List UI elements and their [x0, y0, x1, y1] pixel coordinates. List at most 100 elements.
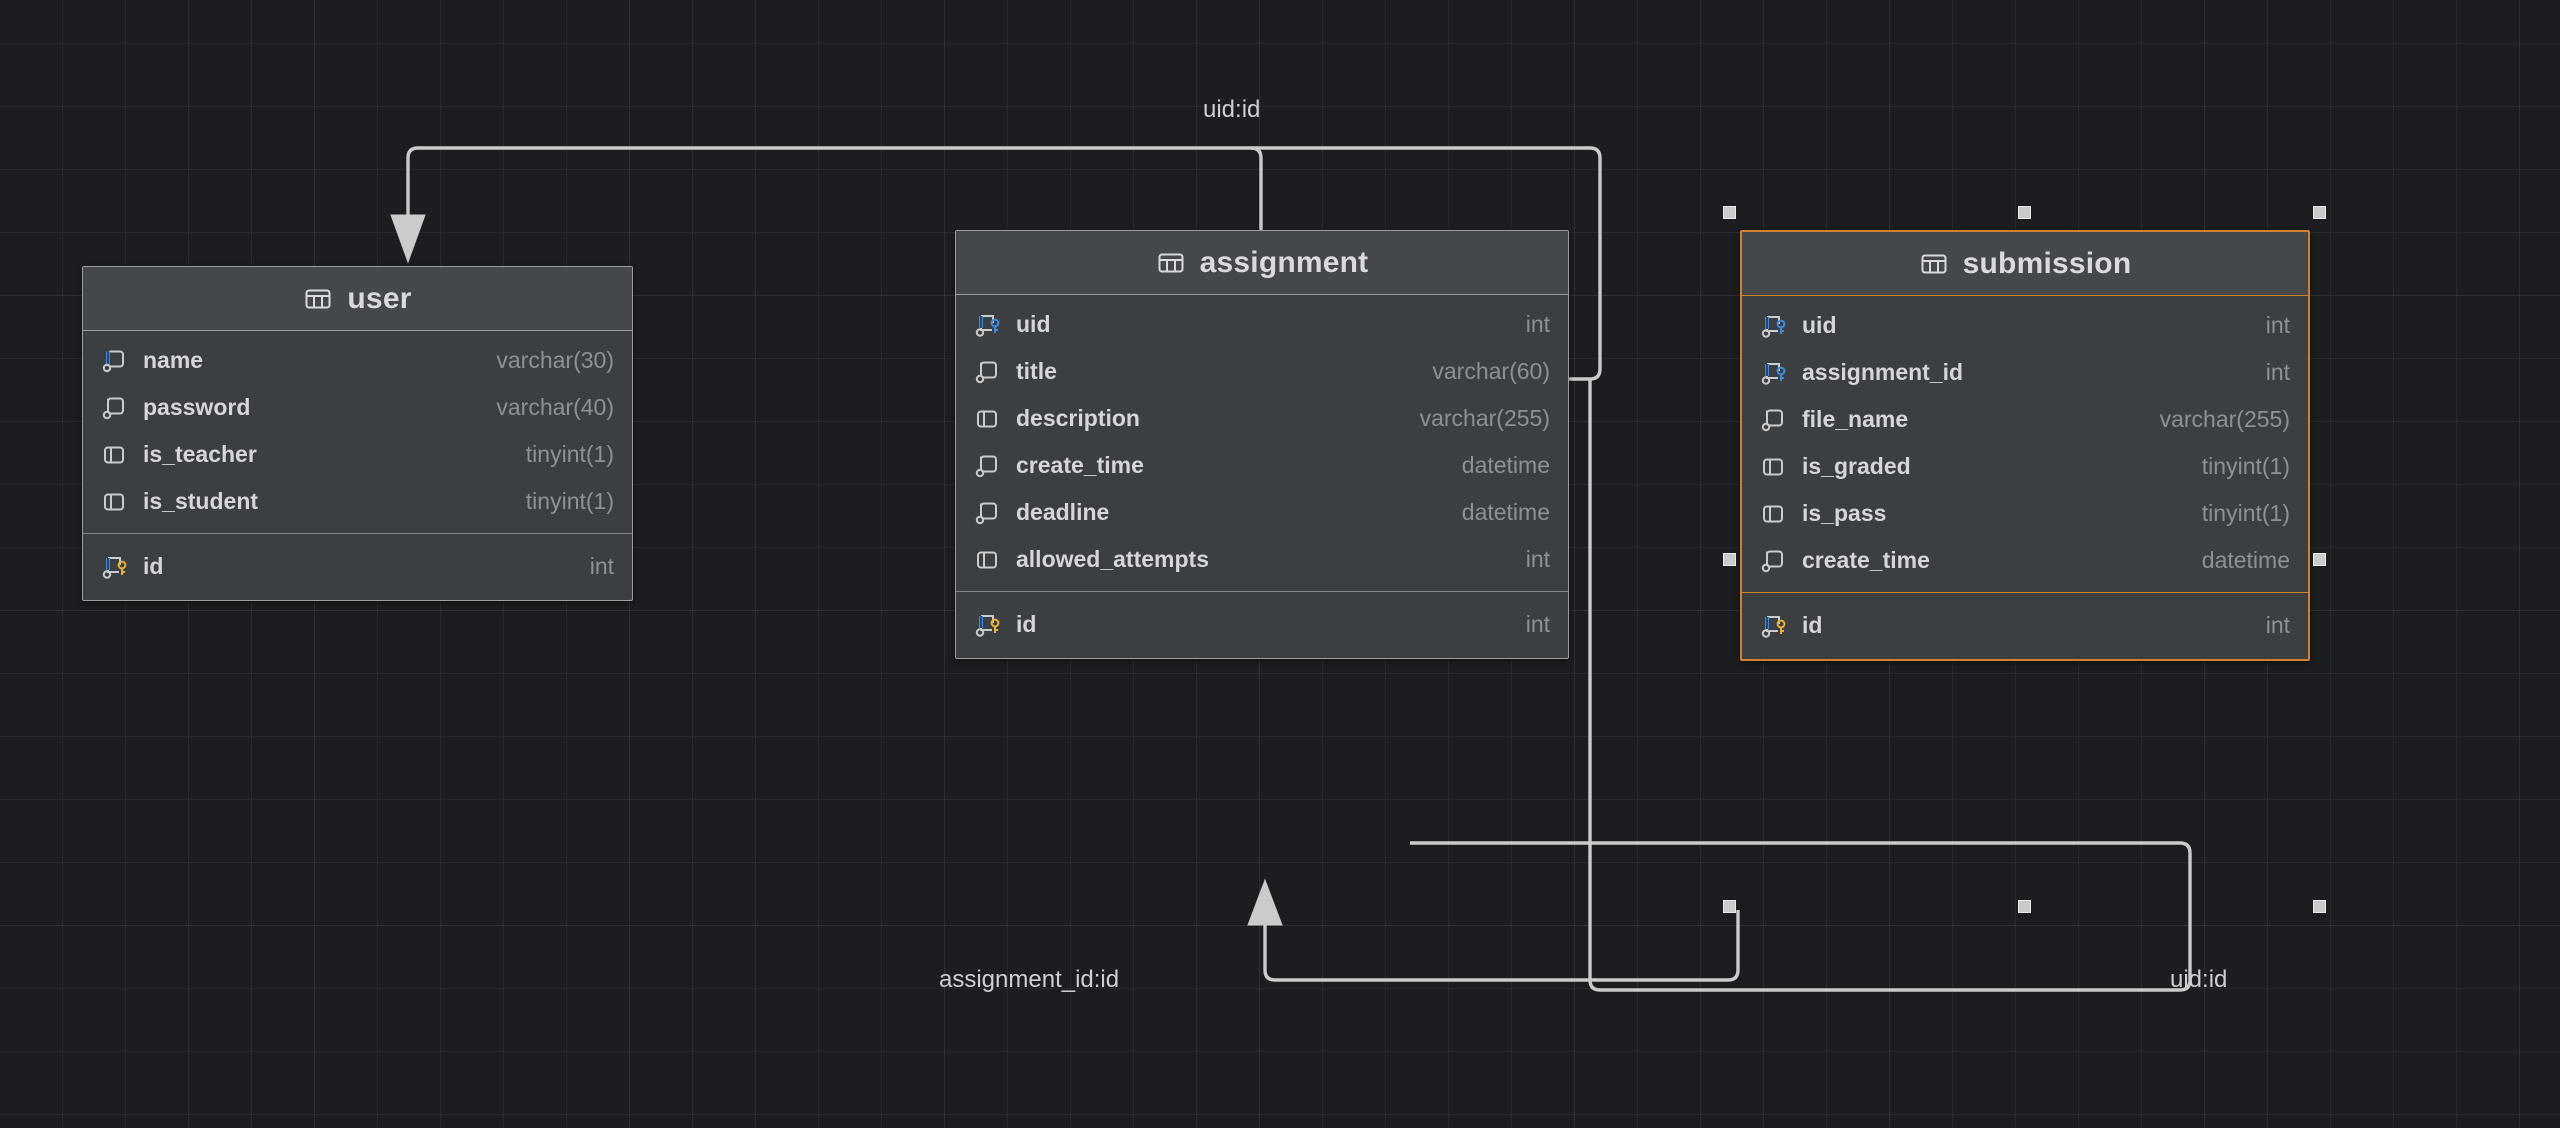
handle-top-center[interactable] [2018, 206, 2031, 219]
handle-bottom-left[interactable] [1723, 900, 1736, 913]
column-name: allowed_attempts [1016, 546, 1209, 572]
table-title-submission: submission [1962, 246, 2132, 280]
table-title-assignment: assignment [1199, 245, 1369, 279]
primary-key-section-submission: id int [1742, 592, 2308, 659]
table-icon [1921, 254, 1947, 273]
table-row[interactable]: is_teacher tinyint(1) [83, 431, 632, 478]
column-name: uid [1802, 312, 1837, 338]
primary-key-column-icon [102, 556, 127, 579]
column-icon [1763, 505, 1783, 522]
table-header-submission[interactable]: submission [1742, 232, 2308, 296]
table-row[interactable]: id int [1742, 602, 2308, 649]
edge-label-submission-uid: uid:id [2170, 966, 2228, 993]
table-row[interactable]: name varchar(30) [83, 337, 632, 384]
handle-middle-left[interactable] [1723, 553, 1736, 566]
column-type: datetime [2201, 547, 2290, 573]
column-type: tinyint(1) [525, 488, 614, 514]
column-icon [104, 493, 124, 510]
index-column-icon [102, 350, 124, 372]
handle-bottom-center[interactable] [2018, 900, 2031, 913]
column-icon [977, 551, 997, 568]
column-type: int [2265, 312, 2290, 338]
table-row[interactable]: create_time datetime [956, 442, 1568, 489]
column-type: int [589, 553, 614, 579]
nullable-column-icon [102, 397, 124, 419]
column-type: tinyint(1) [2201, 453, 2290, 479]
table-row[interactable]: assignment_id int [1742, 349, 2308, 396]
edge-label-submission-assignment-id: assignment_id:id [939, 966, 1120, 993]
handle-top-right[interactable] [2313, 206, 2326, 219]
column-name: is_pass [1802, 500, 1887, 526]
column-name: create_time [1802, 547, 1930, 573]
column-icon [1763, 458, 1783, 475]
nullable-column-icon [1761, 409, 1783, 431]
table-row[interactable]: id int [956, 601, 1568, 648]
handle-middle-right[interactable] [2313, 553, 2326, 566]
column-icon [977, 410, 997, 427]
nullable-column-icon [975, 502, 997, 524]
table-row[interactable]: deadline datetime [956, 489, 1568, 536]
column-type: int [1525, 611, 1550, 637]
column-type: datetime [1461, 499, 1550, 525]
column-type: datetime [1461, 452, 1550, 478]
table-header-user[interactable]: user [83, 267, 632, 331]
column-name: id [143, 553, 164, 579]
column-icon [104, 446, 124, 463]
primary-key-column-icon [1761, 615, 1786, 638]
column-name: is_teacher [143, 441, 257, 467]
foreign-key-column-icon [1761, 362, 1786, 385]
primary-key-column-icon [975, 614, 1000, 637]
primary-key-section-assignment: id int [956, 591, 1568, 658]
table-card-submission[interactable]: submission uid int assignment_id int fil… [1740, 230, 2310, 661]
primary-key-section-user: id int [83, 533, 632, 600]
column-name: is_graded [1802, 453, 1911, 479]
nullable-column-icon [1761, 550, 1783, 572]
table-row[interactable]: uid int [956, 301, 1568, 348]
table-row[interactable]: is_student tinyint(1) [83, 478, 632, 525]
column-name: id [1016, 611, 1037, 637]
column-name: name [143, 347, 204, 373]
table-row[interactable]: title varchar(60) [956, 348, 1568, 395]
column-type: tinyint(1) [2201, 500, 2290, 526]
column-type: int [1525, 546, 1550, 572]
table-card-user[interactable]: user name varchar(30) password varchar(4… [82, 266, 633, 601]
column-type: varchar(255) [1419, 405, 1550, 431]
column-type: varchar(255) [2159, 406, 2290, 432]
column-name: create_time [1016, 452, 1144, 478]
handle-bottom-right[interactable] [2313, 900, 2326, 913]
table-row[interactable]: id int [83, 543, 632, 590]
column-name: title [1016, 358, 1057, 384]
column-type: int [1525, 311, 1550, 337]
column-name: deadline [1016, 499, 1110, 525]
column-name: id [1802, 612, 1823, 638]
column-list-assignment: uid int title varchar(60) description va… [956, 295, 1568, 591]
column-list-user: name varchar(30) password varchar(40) is… [83, 331, 632, 533]
column-type: varchar(40) [496, 394, 614, 420]
column-type: varchar(30) [496, 347, 614, 373]
foreign-key-column-icon [1761, 315, 1786, 338]
table-row[interactable]: allowed_attempts int [956, 536, 1568, 583]
table-row[interactable]: password varchar(40) [83, 384, 632, 431]
table-row[interactable]: is_pass tinyint(1) [1742, 490, 2308, 537]
table-title-user: user [347, 281, 412, 315]
table-row[interactable]: uid int [1742, 302, 2308, 349]
table-card-assignment[interactable]: assignment uid int title varchar(60) des… [955, 230, 1569, 659]
edge-submission-assignment-id[interactable] [1247, 878, 1740, 982]
handle-top-left[interactable] [1723, 206, 1736, 219]
column-type: int [2265, 359, 2290, 385]
table-row[interactable]: description varchar(255) [956, 395, 1568, 442]
column-name: is_student [143, 488, 259, 514]
table-header-assignment[interactable]: assignment [956, 231, 1568, 295]
column-type: tinyint(1) [525, 441, 614, 467]
column-type: int [2265, 612, 2290, 638]
column-name: password [143, 394, 251, 420]
table-row[interactable]: is_graded tinyint(1) [1742, 443, 2308, 490]
nullable-column-icon [975, 361, 997, 383]
column-type: varchar(60) [1432, 358, 1550, 384]
foreign-key-column-icon [975, 314, 1000, 337]
edge-label-assignment-uid: uid:id [1203, 96, 1261, 123]
table-icon [1158, 253, 1184, 272]
table-row[interactable]: file_name varchar(255) [1742, 396, 2308, 443]
table-row[interactable]: create_time datetime [1742, 537, 2308, 584]
er-diagram-canvas[interactable]: uid:id uid:id assignment_id:id user name… [0, 0, 2560, 1128]
